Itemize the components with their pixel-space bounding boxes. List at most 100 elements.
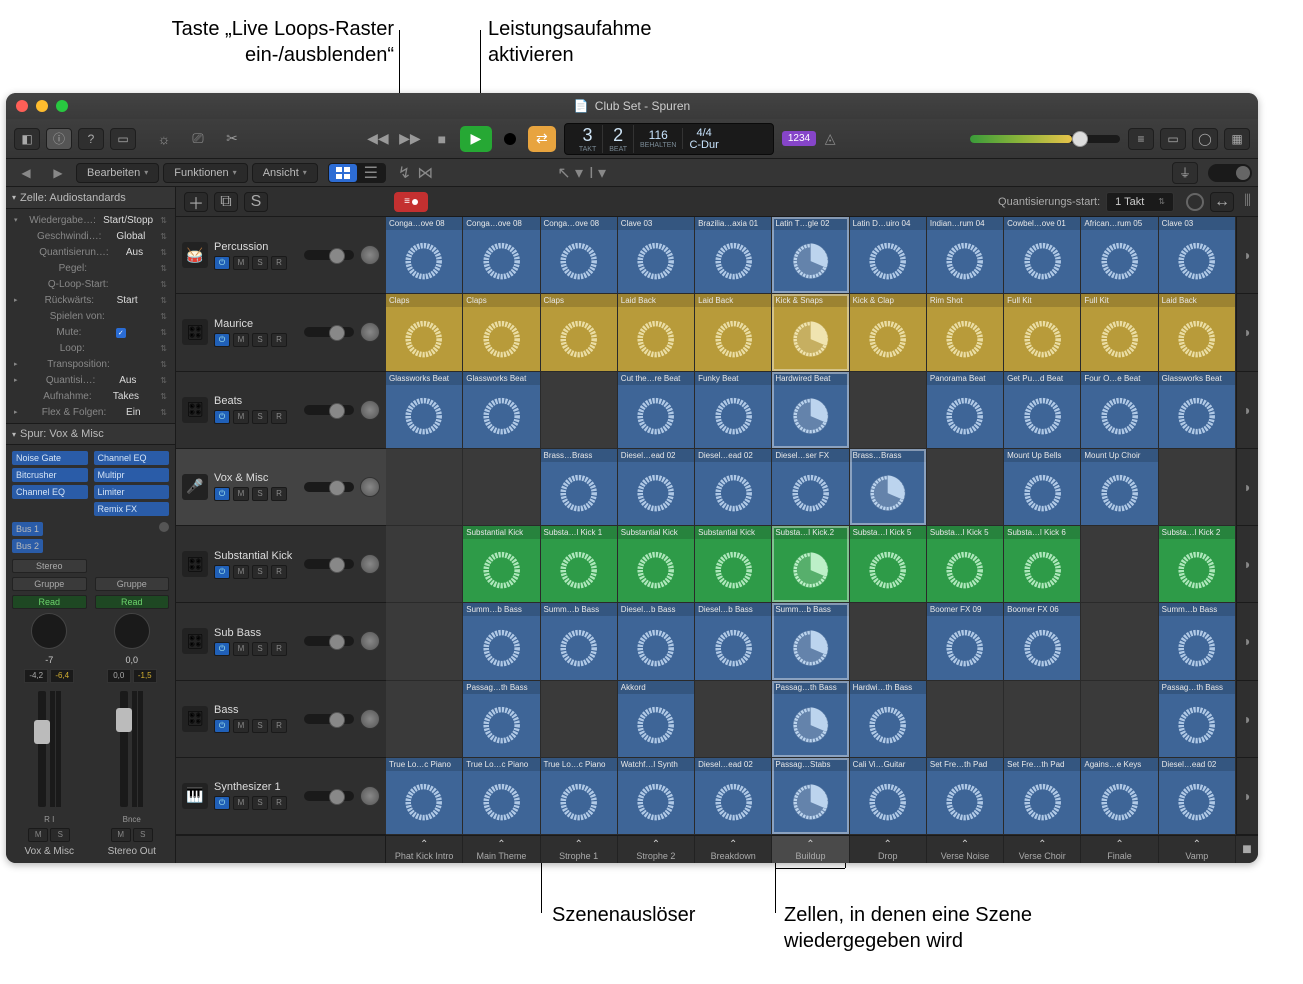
track-header[interactable]: 🥁 Percussion ⏻MSR xyxy=(176,217,386,294)
loop-cell[interactable]: Substantial Kick xyxy=(618,526,695,602)
mute-button[interactable]: M xyxy=(233,333,249,347)
plugin-slot[interactable]: Noise Gate xyxy=(12,451,88,465)
loop-cell[interactable]: Boomer FX 06 xyxy=(1004,603,1081,679)
scene-trigger[interactable]: ⌃Strophe 2 xyxy=(618,836,695,863)
loop-cell[interactable]: Clave 03 xyxy=(618,217,695,293)
loop-cell[interactable] xyxy=(541,372,618,448)
loop-cell[interactable] xyxy=(1081,681,1158,757)
loop-cell[interactable]: Conga…ove 08 xyxy=(463,217,540,293)
pan-knob[interactable] xyxy=(360,477,380,497)
loop-cell[interactable]: Diesel…ead 02 xyxy=(618,449,695,525)
cycle-button[interactable]: ⇄ xyxy=(528,126,556,152)
power-button[interactable]: ⏻ xyxy=(214,410,230,424)
loop-cell[interactable]: Claps xyxy=(386,294,463,370)
volume-slider[interactable] xyxy=(304,714,354,724)
loop-cell[interactable]: Latin T…gle 02 xyxy=(772,217,849,293)
solo-button[interactable]: S xyxy=(252,410,268,424)
live-loops-grid-button[interactable] xyxy=(329,164,357,182)
pointer-tool[interactable]: ↖ ▾ xyxy=(557,163,583,183)
loop-cell[interactable]: Substantial Kick xyxy=(463,526,540,602)
volume-slider[interactable] xyxy=(304,405,354,415)
mute-button[interactable]: M xyxy=(233,256,249,270)
loop-cell[interactable]: Substa…l Kick 2 xyxy=(1159,526,1236,602)
mute-button[interactable]: M xyxy=(28,828,48,842)
power-button[interactable]: ⏻ xyxy=(214,796,230,810)
browser-button[interactable]: ▦ xyxy=(1224,128,1250,150)
loop-cell[interactable]: Claps xyxy=(463,294,540,370)
record-enable[interactable]: R xyxy=(271,487,287,501)
pan-knob[interactable] xyxy=(360,245,380,265)
fwd-nav-button[interactable]: ▶ xyxy=(44,160,72,186)
mic-icon[interactable]: ⏚ xyxy=(1172,162,1198,184)
loop-cell[interactable]: True Lo…c Piano xyxy=(386,758,463,834)
loop-cell[interactable]: Claps xyxy=(541,294,618,370)
scene-trigger[interactable]: ⌃Verse Noise xyxy=(927,836,1004,863)
loop-cell[interactable]: Substantial Kick xyxy=(695,526,772,602)
quantize-select[interactable]: 1 Takt⇅ xyxy=(1106,192,1174,212)
inspector-row[interactable]: Quantisierun…:Aus⇅ xyxy=(12,244,169,260)
plugin-slot[interactable]: Bitcrusher xyxy=(12,468,88,482)
master-volume[interactable] xyxy=(970,135,1120,143)
group-label[interactable]: Gruppe xyxy=(95,577,170,591)
scene-trigger[interactable]: ⌃Buildup xyxy=(772,836,849,863)
loop-cell[interactable]: Funky Beat xyxy=(695,372,772,448)
track-header[interactable]: 🎛 Bass ⏻MSR xyxy=(176,681,386,758)
notes-button[interactable]: ▭ xyxy=(1160,128,1186,150)
loop-cell[interactable] xyxy=(695,681,772,757)
solo-button[interactable]: S xyxy=(252,333,268,347)
group-label[interactable]: Gruppe xyxy=(12,577,87,591)
loop-cell[interactable]: Agains…e Keys xyxy=(1081,758,1158,834)
loop-cell[interactable] xyxy=(386,449,463,525)
loop-cell[interactable] xyxy=(463,449,540,525)
pan-knob[interactable] xyxy=(31,613,67,649)
loop-cell[interactable]: Summ…b Bass xyxy=(772,603,849,679)
inspector-row[interactable]: Spielen von:⇅ xyxy=(12,308,169,324)
loop-cell[interactable]: Substa…l Kick 5 xyxy=(850,526,927,602)
scissors-icon[interactable]: ✂ xyxy=(218,126,246,152)
loop-cell[interactable]: Summ…b Bass xyxy=(463,603,540,679)
send-slot[interactable]: Bus 2 xyxy=(12,539,43,553)
pan-knob[interactable] xyxy=(114,613,150,649)
solo-button[interactable]: S xyxy=(50,828,70,842)
loop-cell[interactable]: African…rum 05 xyxy=(1081,217,1158,293)
track-header[interactable]: 🎤 Vox & Misc ⏻MSR xyxy=(176,449,386,526)
loop-cell[interactable]: Summ…b Bass xyxy=(541,603,618,679)
mute-button[interactable]: M xyxy=(233,410,249,424)
loop-cell[interactable]: Watchf…l Synth xyxy=(618,758,695,834)
loop-cell[interactable]: True Lo…c Piano xyxy=(463,758,540,834)
solo-button[interactable]: S xyxy=(252,719,268,733)
record-button[interactable] xyxy=(496,126,524,152)
loop-cell[interactable]: Glassworks Beat xyxy=(1159,372,1236,448)
loop-cell[interactable] xyxy=(850,603,927,679)
smart-controls-icon[interactable]: ☼ xyxy=(150,126,178,152)
loop-cell[interactable]: Four O…e Beat xyxy=(1081,372,1158,448)
help-button[interactable]: ? xyxy=(78,128,104,150)
inspector-row[interactable]: Rückwärts:Start⇅ xyxy=(12,292,169,308)
loop-cell[interactable]: Conga…ove 08 xyxy=(386,217,463,293)
loop-cell[interactable]: Passag…th Bass xyxy=(772,681,849,757)
sync-button[interactable]: ↔ xyxy=(1210,192,1234,212)
loop-cell[interactable]: Latin D…uiro 04 xyxy=(850,217,927,293)
record-enable[interactable]: R xyxy=(271,565,287,579)
record-enable[interactable]: R xyxy=(271,410,287,424)
volume-slider[interactable] xyxy=(304,482,354,492)
loop-cell[interactable] xyxy=(541,681,618,757)
volume-slider[interactable] xyxy=(304,250,354,260)
pan-knob[interactable] xyxy=(360,322,380,342)
loop-cell[interactable]: Akkord xyxy=(618,681,695,757)
volume-slider[interactable] xyxy=(304,636,354,646)
tracks-view-button[interactable]: ☰ xyxy=(357,164,385,182)
inspector-row[interactable]: Aufnahme:Takes⇅ xyxy=(12,388,169,404)
solo-button[interactable]: S xyxy=(252,565,268,579)
plugin-slot[interactable]: Limiter xyxy=(94,485,170,499)
row-trigger[interactable]: ◗ xyxy=(1237,217,1258,294)
loop-cell[interactable]: Laid Back xyxy=(695,294,772,370)
add-track-button[interactable]: ＋ xyxy=(184,192,208,212)
loop-cell[interactable]: Hardwi…th Bass xyxy=(850,681,927,757)
inspector-row[interactable]: Geschwindi…:Global⇅ xyxy=(12,228,169,244)
loop-cell[interactable]: Brass…Brass xyxy=(541,449,618,525)
solo-button[interactable]: S xyxy=(252,796,268,810)
edit-menu[interactable]: Bearbeiten xyxy=(76,163,159,183)
loop-cell[interactable]: True Lo…c Piano xyxy=(541,758,618,834)
loop-cell[interactable]: Conga…ove 08 xyxy=(541,217,618,293)
